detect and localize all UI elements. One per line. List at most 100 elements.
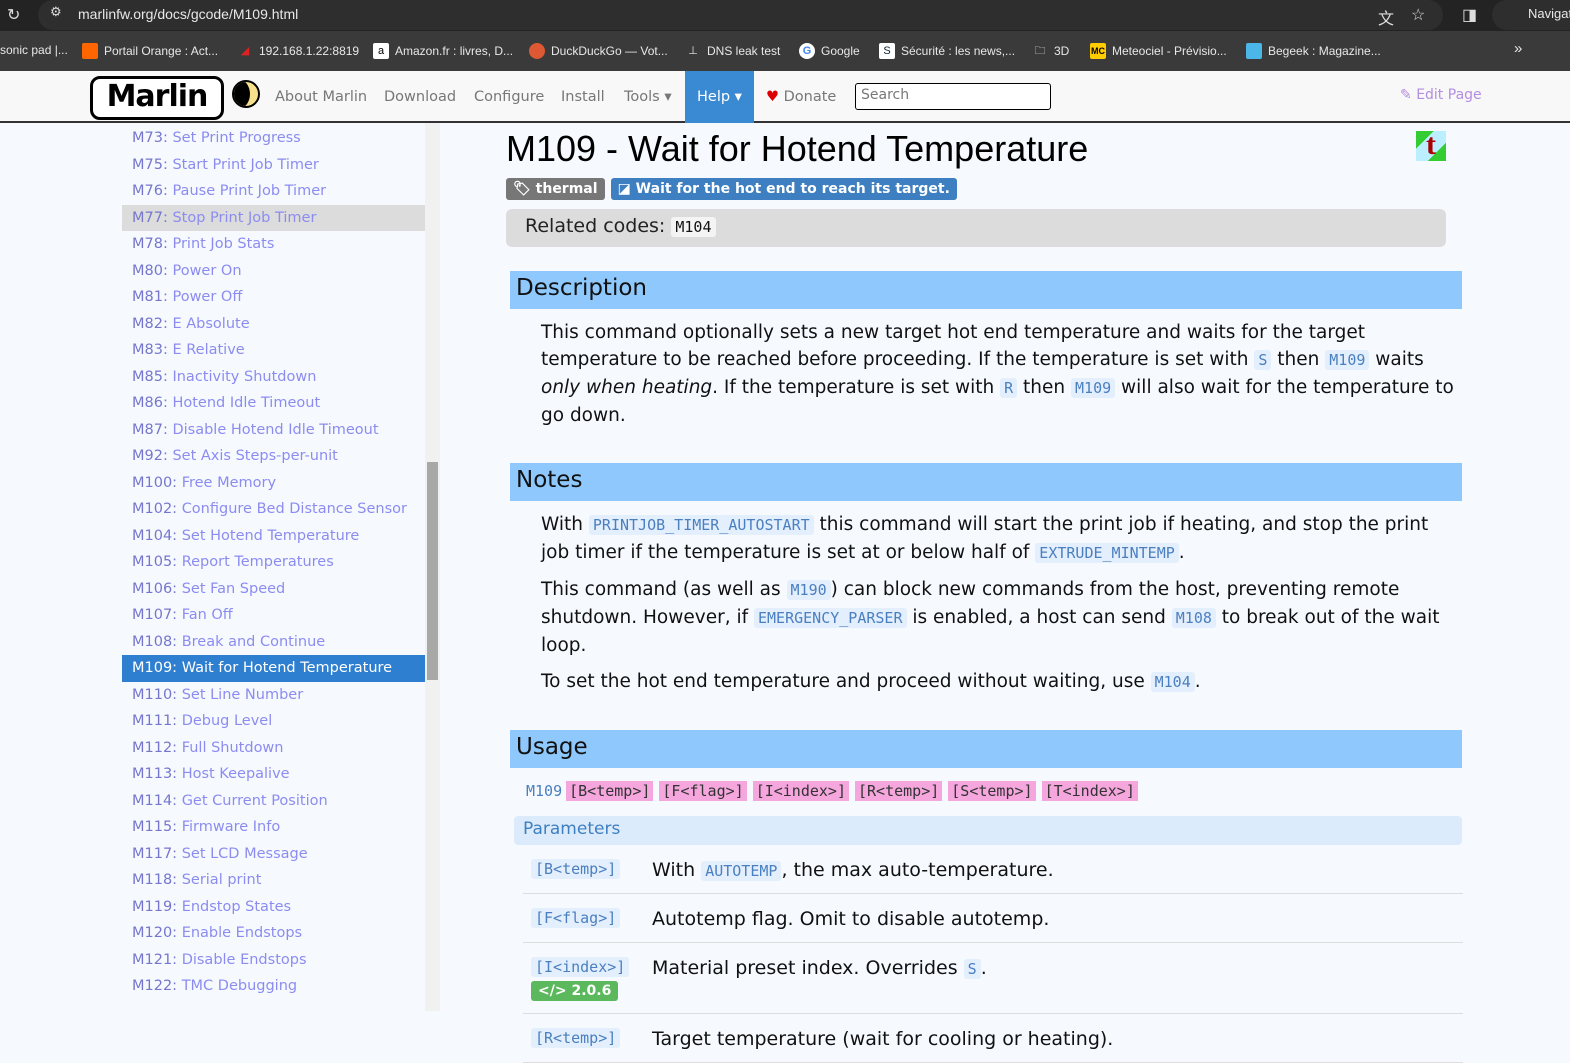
sidebar-item[interactable]: M77: Stop Print Job Timer bbox=[122, 204, 425, 231]
sidebar-item[interactable]: M81: Power Off bbox=[122, 284, 425, 311]
sidebar-item-label: Endstop States bbox=[181, 898, 292, 915]
sidebar-item[interactable]: M120: Enable Endstops bbox=[122, 920, 425, 947]
sidebar-item[interactable]: M76: Pause Print Job Timer bbox=[122, 178, 425, 205]
parameter-name-cell: [B<temp>] bbox=[523, 859, 652, 881]
reload-icon[interactable]: ↻ bbox=[7, 5, 20, 25]
bookmark[interactable]: sonic pad |... bbox=[0, 43, 68, 57]
nav-help-dropdown[interactable]: Help ▾ bbox=[685, 71, 754, 123]
inline-code: PRINTJOB_TIMER_AUTOSTART bbox=[588, 515, 814, 535]
sidebar-item-code: M114: bbox=[132, 792, 178, 809]
sidebar-item[interactable]: M87: Disable Hotend Idle Timeout bbox=[122, 417, 425, 444]
sidebar-item[interactable]: M102: Configure Bed Distance Sensor bbox=[122, 496, 425, 523]
nav-install[interactable]: Install bbox=[561, 71, 605, 123]
parameter-name-cell: [I<index>] </> 2.0.6 bbox=[523, 957, 652, 1001]
sidebar-item[interactable]: M92: Set Axis Steps-per-unit bbox=[122, 443, 425, 470]
side-panel-icon[interactable]: ◨ bbox=[1462, 5, 1477, 25]
usage-arg-link[interactable]: [F<flag>] bbox=[659, 781, 747, 801]
sidebar-item[interactable]: M111: Debug Level bbox=[122, 708, 425, 735]
search-input[interactable]: Search bbox=[855, 83, 1051, 110]
sidebar-item-label: Disable Endstops bbox=[181, 951, 307, 968]
bookmark[interactable]: G Google bbox=[799, 43, 860, 59]
sidebar-item[interactable]: M113: Host Keepalive bbox=[122, 761, 425, 788]
sidebar-item[interactable]: M73: Set Print Progress bbox=[122, 125, 425, 152]
sidebar-item-label: Firmware Info bbox=[181, 819, 281, 835]
sidebar-item[interactable]: M121: Disable Endstops bbox=[122, 947, 425, 974]
amazon-icon: a bbox=[373, 43, 389, 59]
scrollbar-thumb[interactable] bbox=[427, 462, 438, 680]
text-run: Autotemp flag. Omit to disable autotemp. bbox=[652, 908, 1050, 930]
sidebar-item-code: M108: bbox=[132, 633, 178, 650]
tag-label: thermal bbox=[535, 181, 598, 197]
sidebar-item[interactable]: M112: Full Shutdown bbox=[122, 735, 425, 762]
sidebar-item[interactable]: M105: Report Temperatures bbox=[122, 549, 425, 576]
sidebar-item-label: Hotend Idle Timeout bbox=[172, 395, 321, 411]
sidebar-item-code: M118: bbox=[132, 872, 178, 888]
bookmark[interactable]: ◢ 192.168.1.22:8819 bbox=[237, 43, 359, 59]
translate-icon[interactable]: 文 bbox=[1378, 5, 1394, 29]
usage-arg-link[interactable]: [S<temp>] bbox=[948, 781, 1036, 801]
bookmark[interactable]: Begeek : Magazine... bbox=[1246, 43, 1381, 59]
usage-arg-link[interactable]: [T<index>] bbox=[1041, 781, 1138, 801]
sidebar-item[interactable]: M117: Set LCD Message bbox=[122, 841, 425, 868]
nav-tools-dropdown[interactable]: Tools ▾ bbox=[624, 71, 672, 123]
incognito-profile[interactable]: Navigat bbox=[1492, 0, 1570, 30]
sidebar-item-label: Print Job Stats bbox=[172, 236, 275, 252]
sidebar-item-label: Inactivity Shutdown bbox=[172, 368, 317, 385]
bookmark[interactable]: S Sécurité : les news,... bbox=[879, 43, 1015, 59]
sidebar-item-label: Configure Bed Distance Sensor bbox=[181, 501, 407, 517]
address-bar[interactable]: ⚙ marlinfw.org/docs/gcode/M109.html 文 ☆ bbox=[38, 0, 1443, 30]
nav-download[interactable]: Download bbox=[384, 71, 456, 123]
sidebar-item[interactable]: M107: Fan Off bbox=[122, 602, 425, 629]
more-bookmarks-button[interactable]: » bbox=[1514, 40, 1522, 57]
marlin-logo[interactable]: Marlin bbox=[90, 76, 224, 120]
dark-mode-toggle-icon[interactable] bbox=[232, 80, 260, 108]
sidebar-item[interactable]: M119: Endstop States bbox=[122, 894, 425, 921]
sidebar-item[interactable]: M108: Break and Continue bbox=[122, 629, 425, 656]
sidebar-item[interactable]: M82: E Absolute bbox=[122, 311, 425, 338]
bookmark-star-icon[interactable]: ☆ bbox=[1411, 5, 1425, 25]
sidebar-item-label: Disable Hotend Idle Timeout bbox=[172, 421, 379, 438]
usage-arg-link[interactable]: [B<temp>] bbox=[566, 781, 654, 801]
sidebar-item[interactable]: M118: Serial print bbox=[122, 867, 425, 894]
nav-configure[interactable]: Configure bbox=[474, 71, 544, 123]
sidebar-item[interactable]: M109: Wait for Hotend Temperature bbox=[122, 655, 425, 682]
sidebar-item-label: Enable Endstops bbox=[181, 925, 303, 941]
site-info-icon[interactable]: ⚙ bbox=[50, 4, 62, 20]
bookmark-folder[interactable]: 🗀 3D bbox=[1032, 43, 1070, 59]
sidebar-item[interactable]: M104: Set Hotend Temperature bbox=[122, 523, 425, 550]
sidebar-item[interactable]: M83: E Relative bbox=[122, 337, 425, 364]
nav-donate[interactable]: ♥ Donate bbox=[766, 71, 836, 123]
tag-badge[interactable]: 🏷 thermal bbox=[506, 178, 605, 200]
sidebar-item-code: M73: bbox=[132, 130, 168, 146]
usage-arg-link[interactable]: [R<temp>] bbox=[855, 781, 943, 801]
bookmark[interactable]: MC Meteociel - Prévisio... bbox=[1090, 43, 1227, 59]
parameter-name-cell: [R<temp>] bbox=[523, 1028, 652, 1050]
text-run: With bbox=[541, 514, 589, 535]
edit-page-link[interactable]: ✎ Edit Page bbox=[1400, 87, 1482, 103]
sidebar-item[interactable]: M110: Set Line Number bbox=[122, 682, 425, 709]
bookmark[interactable]: a Amazon.fr : livres, D... bbox=[373, 43, 513, 59]
notes-heading: Notes bbox=[510, 463, 1462, 501]
sidebar-item[interactable]: M115: Firmware Info bbox=[122, 814, 425, 841]
bookmark[interactable]: ⊥ DNS leak test bbox=[685, 43, 780, 59]
usage-arg-link[interactable]: [I<index>] bbox=[752, 781, 849, 801]
translate-t-icon[interactable]: t bbox=[1416, 130, 1446, 161]
sidebar-item[interactable]: M114: Get Current Position bbox=[122, 788, 425, 815]
sidebar-item[interactable]: M85: Inactivity Shutdown bbox=[122, 364, 425, 391]
sidebar-scrollbar[interactable] bbox=[425, 123, 440, 1011]
sidebar-item-code: M100: bbox=[132, 474, 178, 491]
sidebar-item[interactable]: M78: Print Job Stats bbox=[122, 231, 425, 258]
sidebar-item[interactable]: M106: Set Fan Speed bbox=[122, 576, 425, 603]
sidebar-item[interactable]: M80: Power On bbox=[122, 258, 425, 285]
bookmark[interactable]: Portail Orange : Act... bbox=[82, 43, 218, 59]
securite-icon: S bbox=[879, 43, 895, 59]
sidebar-item[interactable]: M75: Start Print Job Timer bbox=[122, 152, 425, 179]
bookmark[interactable]: DuckDuckGo — Vot... bbox=[529, 43, 668, 59]
nav-about[interactable]: About Marlin bbox=[275, 71, 367, 123]
sidebar-item-code: M75: bbox=[132, 156, 168, 173]
sidebar-item[interactable]: M122: TMC Debugging bbox=[122, 973, 425, 1000]
sidebar-item[interactable]: M100: Free Memory bbox=[122, 470, 425, 497]
edit-label: Edit Page bbox=[1416, 87, 1482, 103]
sidebar-item[interactable]: M86: Hotend Idle Timeout bbox=[122, 390, 425, 417]
related-code-link[interactable]: M104 bbox=[671, 217, 716, 237]
